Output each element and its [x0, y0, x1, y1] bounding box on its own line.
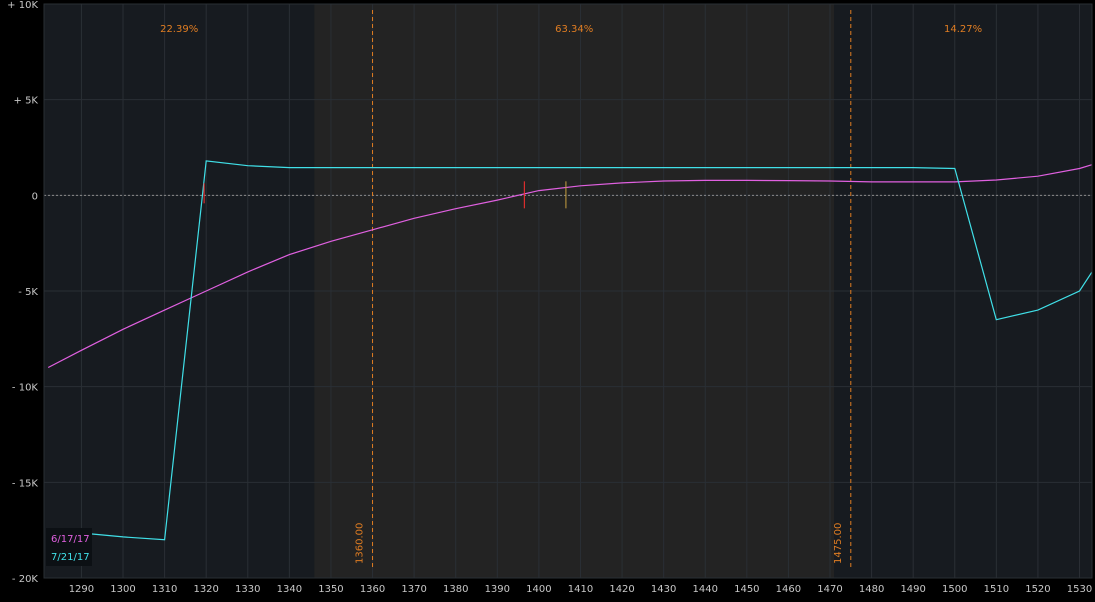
x-tick-label: 1310 — [152, 584, 177, 595]
strike-line-label: 1475.00 — [833, 523, 844, 564]
x-tick-label: 1470 — [817, 584, 842, 595]
y-tick-label: + 10K — [7, 0, 38, 11]
strike-line-label: 1360.00 — [355, 523, 366, 564]
risk-profile-chart: 22.39% 63.34% 14.27% 1360.00 1475.00 + 10K + 5… — [7, 0, 1093, 595]
region-probability-label: 14.27% — [944, 24, 982, 35]
x-tick-label: 1430 — [651, 584, 676, 595]
region-probability-label: 22.39% — [160, 24, 198, 35]
x-tick-label: 1460 — [776, 584, 801, 595]
x-tick-label: 1330 — [235, 584, 260, 595]
y-tick-label: - 15K — [12, 478, 39, 489]
x-tick-label: 1510 — [984, 584, 1009, 595]
x-tick-label: 1440 — [693, 584, 718, 595]
y-tick-label: + 5K — [14, 96, 39, 107]
x-tick-label: 1350 — [318, 584, 343, 595]
legend-entry: 6/17/17 — [51, 534, 90, 545]
chart-root: 22.39% 63.34% 14.27% 1360.00 1475.00 + 10K + 5… — [0, 0, 1095, 602]
x-tick-label: 1370 — [401, 584, 426, 595]
x-tick-label: 1380 — [443, 584, 468, 595]
x-tick-label: 1420 — [609, 584, 634, 595]
x-tick-label: 1410 — [568, 584, 593, 595]
x-tick-label: 1520 — [1025, 584, 1050, 595]
x-tick-label: 1300 — [110, 584, 135, 595]
x-tick-label: 1390 — [485, 584, 510, 595]
x-tick-label: 1360 — [360, 584, 385, 595]
x-tick-label: 1450 — [734, 584, 759, 595]
x-tick-label: 1400 — [526, 584, 551, 595]
x-tick-label: 1290 — [69, 584, 94, 595]
x-tick-label: 1530 — [1067, 584, 1092, 595]
x-tick-label: 1320 — [193, 584, 218, 595]
region-probability-label: 63.34% — [555, 24, 593, 35]
y-tick-label: - 10K — [12, 383, 39, 394]
y-tick-label: 0 — [32, 191, 38, 202]
x-tick-label: 1500 — [942, 584, 967, 595]
legend-entry: 7/21/17 — [51, 552, 90, 563]
y-tick-label: - 5K — [18, 287, 38, 298]
y-tick-label: - 20K — [12, 574, 39, 585]
x-tick-label: 1490 — [900, 584, 925, 595]
x-tick-label: 1480 — [859, 584, 884, 595]
x-tick-label: 1340 — [277, 584, 302, 595]
